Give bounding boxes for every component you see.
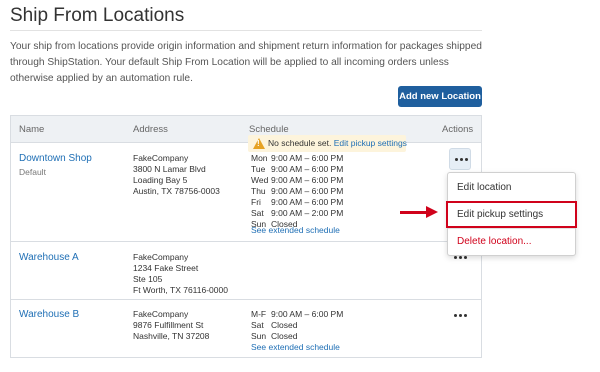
more-actions-button[interactable] xyxy=(449,305,471,327)
more-icon xyxy=(455,158,468,161)
add-location-button[interactable]: Add new Location xyxy=(398,86,482,107)
schedule-day: Sat xyxy=(251,208,264,218)
row-divider xyxy=(11,241,481,242)
schedule-day: Sun xyxy=(251,331,267,341)
menu-item-edit-location[interactable]: Edit location xyxy=(457,182,511,193)
schedule-day: Wed xyxy=(251,175,269,185)
schedule-row: Sun Closed xyxy=(251,331,343,342)
schedule-row: Thu 9:00 AM – 6:00 PM xyxy=(251,186,343,197)
schedule-row: Sat Closed xyxy=(251,320,343,331)
address-line: Nashville, TN 37208 xyxy=(133,331,210,341)
schedule-day: Tue xyxy=(251,164,266,174)
address-block: FakeCompany 9876 Fulfillment St Nashvill… xyxy=(133,309,209,342)
page-title: Ship From Locations xyxy=(10,5,185,26)
schedule-hours: Closed xyxy=(271,320,298,330)
header-actions: Actions xyxy=(442,124,474,135)
schedule-row: M-F 9:00 AM – 6:00 PM xyxy=(251,309,343,320)
header-name: Name xyxy=(19,124,45,135)
schedule-row: Mon 9:00 AM – 6:00 PM xyxy=(251,153,343,164)
menu-item-delete-location[interactable]: Delete location... xyxy=(457,236,532,247)
address-line: Loading Bay 5 xyxy=(133,175,188,185)
intro-text: Your ship from locations provide origin … xyxy=(10,41,482,84)
address-line: 9876 Fulfillment St xyxy=(133,320,204,330)
menu-separator xyxy=(448,228,575,229)
location-name-link[interactable]: Warehouse A xyxy=(19,252,79,263)
extended-schedule-link[interactable]: See extended schedule xyxy=(251,225,340,235)
address-line: FakeCompany xyxy=(133,153,189,163)
row-divider xyxy=(11,299,481,300)
more-icon xyxy=(454,314,467,317)
edit-pickup-settings-link[interactable]: Edit pickup settings xyxy=(334,138,407,148)
address-line: Austin, TX 78756-0003 xyxy=(133,186,220,196)
annotation-highlight-box xyxy=(446,201,577,228)
address-block: FakeCompany 3800 N Lamar Blvd Loading Ba… xyxy=(133,153,220,197)
default-badge: Default xyxy=(19,167,46,177)
schedule-block: M-F 9:00 AM – 6:00 PM Sat Closed Sun Closed xyxy=(251,309,343,342)
table-header: Name Address Schedule Actions xyxy=(11,116,481,143)
schedule-hours: 9:00 AM – 6:00 PM xyxy=(271,197,344,207)
schedule-day: Sat xyxy=(251,320,264,330)
schedule-block: Mon 9:00 AM – 6:00 PM Tue 9:00 AM – 6:00 P… xyxy=(251,153,343,230)
more-actions-button[interactable] xyxy=(449,148,471,170)
schedule-row: Sat 9:00 AM – 2:00 PM xyxy=(251,208,343,219)
address-line: Ft Worth, TX 76116-0000 xyxy=(133,285,228,295)
header-schedule: Schedule xyxy=(249,124,289,135)
schedule-hours: 9:00 AM – 6:00 PM xyxy=(271,309,344,319)
address-line: FakeCompany xyxy=(133,252,189,262)
schedule-hours: 9:00 AM – 6:00 PM xyxy=(271,164,344,174)
schedule-hours: Closed xyxy=(271,331,298,341)
schedule-row: Tue 9:00 AM – 6:00 PM xyxy=(251,164,343,175)
location-name-link[interactable]: Downtown Shop xyxy=(19,153,92,164)
schedule-day: M-F xyxy=(251,309,267,319)
schedule-row: Wed 9:00 AM – 6:00 PM xyxy=(251,175,343,186)
schedule-day: Thu xyxy=(251,186,266,196)
address-line: FakeCompany xyxy=(133,309,189,319)
address-line: Ste 105 xyxy=(133,274,163,284)
address-line: 1234 Fake Street xyxy=(133,263,199,273)
schedule-hours: 9:00 AM – 6:00 PM xyxy=(271,153,344,163)
extended-schedule-link[interactable]: See extended schedule xyxy=(251,342,340,352)
address-block: FakeCompany 1234 Fake Street Ste 105 Ft … xyxy=(133,252,228,296)
address-line: 3800 N Lamar Blvd xyxy=(133,164,206,174)
header-address: Address xyxy=(133,124,168,135)
warning-text: No schedule set. xyxy=(268,138,332,148)
location-name-link[interactable]: Warehouse B xyxy=(19,309,79,320)
schedule-day: Fri xyxy=(251,197,261,207)
more-icon xyxy=(454,256,467,259)
locations-table: Name Address Schedule Actions Downtown S… xyxy=(10,115,482,358)
schedule-day: Mon xyxy=(251,153,268,163)
schedule-hours: 9:00 AM – 6:00 PM xyxy=(271,175,344,185)
title-divider xyxy=(10,30,482,31)
schedule-hours: 9:00 AM – 2:00 PM xyxy=(271,208,344,218)
schedule-row: Fri 9:00 AM – 6:00 PM xyxy=(251,197,343,208)
no-schedule-warning: ! No schedule set. Edit pickup settings xyxy=(248,135,407,152)
schedule-hours: 9:00 AM – 6:00 PM xyxy=(271,186,344,196)
